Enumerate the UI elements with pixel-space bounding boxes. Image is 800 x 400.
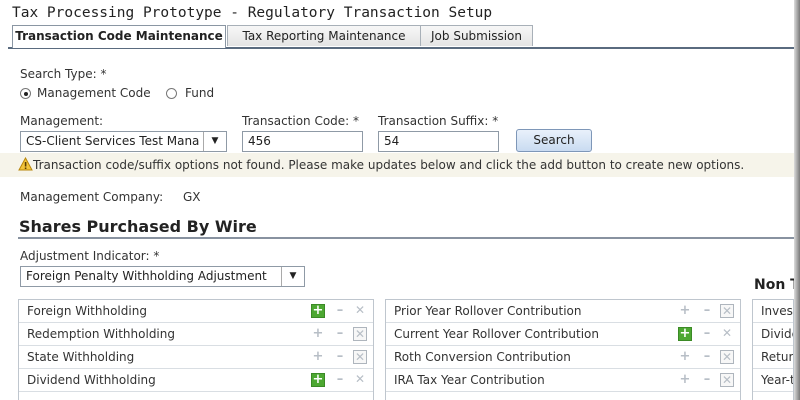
add-icon[interactable]: + bbox=[678, 327, 692, 341]
section-divider bbox=[18, 237, 794, 239]
radio-fund-label[interactable]: Fund bbox=[185, 86, 214, 100]
chevron-down-icon[interactable]: ▼ bbox=[203, 132, 226, 151]
add-icon[interactable]: + bbox=[311, 304, 325, 318]
transaction-suffix-label: Transaction Suffix: * bbox=[378, 114, 499, 128]
section-title: Shares Purchased By Wire bbox=[19, 217, 257, 236]
list-item: Current Year Rollover Contribution + – ✕ bbox=[386, 323, 740, 346]
close-icon[interactable]: ✕ bbox=[720, 350, 734, 364]
list-item: Roth Conversion Contribution + – ✕ bbox=[386, 346, 740, 369]
minus-icon[interactable]: – bbox=[333, 327, 347, 341]
non-taxable-list: Invest Divide Return Year-t bbox=[752, 299, 794, 400]
tab-transaction-code-maintenance[interactable]: Transaction Code Maintenance bbox=[12, 25, 226, 48]
window-edge-shadow bbox=[794, 0, 800, 400]
tab-job-submission[interactable]: Job Submission bbox=[420, 25, 533, 46]
add-icon[interactable]: + bbox=[678, 373, 692, 387]
management-company-value: GX bbox=[183, 190, 201, 204]
minus-icon[interactable]: – bbox=[700, 350, 714, 364]
non-taxable-section-title: Non T bbox=[754, 277, 794, 293]
list-item: Divide bbox=[753, 323, 793, 346]
list-item: Return bbox=[753, 346, 793, 369]
close-icon[interactable]: ✕ bbox=[353, 373, 367, 387]
list-item: State Withholding + – ✕ bbox=[19, 346, 373, 369]
add-icon[interactable]: + bbox=[311, 350, 325, 364]
transaction-suffix-input[interactable]: 54 bbox=[378, 131, 499, 152]
search-button[interactable]: Search bbox=[516, 129, 592, 152]
list-item: Redemption Withholding + – ✕ bbox=[19, 323, 373, 346]
warning-message: Transaction code/suffix options not foun… bbox=[33, 158, 745, 172]
radio-management-code-label[interactable]: Management Code bbox=[37, 86, 151, 100]
management-label: Management: bbox=[20, 114, 104, 128]
chevron-down-icon[interactable]: ▼ bbox=[281, 267, 304, 286]
list-item: Foreign Withholding + – ✕ bbox=[19, 300, 373, 323]
warning-icon bbox=[18, 157, 33, 171]
search-type-label: Search Type: * bbox=[20, 67, 107, 81]
management-select[interactable]: CS-Client Services Test Mana ▼ bbox=[20, 131, 227, 152]
radio-management-code[interactable] bbox=[20, 88, 31, 99]
list-item: Invest bbox=[753, 300, 793, 323]
withholding-list: Foreign Withholding + – ✕ Redemption Wit… bbox=[18, 299, 374, 400]
add-icon[interactable]: + bbox=[678, 304, 692, 318]
tab-bar: Transaction Code Maintenance Tax Reporti… bbox=[8, 25, 794, 49]
close-icon[interactable]: ✕ bbox=[353, 304, 367, 318]
close-icon[interactable]: ✕ bbox=[720, 373, 734, 387]
add-icon[interactable]: + bbox=[311, 373, 325, 387]
app-title: Tax Processing Prototype - Regulatory Tr… bbox=[12, 5, 493, 21]
minus-icon[interactable]: – bbox=[333, 373, 347, 387]
adjustment-indicator-label: Adjustment Indicator: * bbox=[20, 249, 160, 263]
list-item: Prior Year Rollover Contribution + – ✕ bbox=[386, 300, 740, 323]
minus-icon[interactable]: – bbox=[700, 373, 714, 387]
tab-tax-reporting-maintenance[interactable]: Tax Reporting Maintenance bbox=[227, 25, 421, 46]
list-item: IRA Tax Year Contribution + – ✕ bbox=[386, 369, 740, 392]
minus-icon[interactable]: – bbox=[333, 350, 347, 364]
minus-icon[interactable]: – bbox=[700, 327, 714, 341]
close-icon[interactable]: ✕ bbox=[720, 327, 734, 341]
list-item: Dividend Withholding + – ✕ bbox=[19, 369, 373, 392]
close-icon[interactable]: ✕ bbox=[353, 350, 367, 364]
adjustment-indicator-value: Foreign Penalty Withholding Adjustment bbox=[26, 269, 267, 283]
add-icon[interactable]: + bbox=[678, 350, 692, 364]
add-icon[interactable]: + bbox=[311, 327, 325, 341]
transaction-code-label: Transaction Code: * bbox=[242, 114, 360, 128]
radio-fund[interactable] bbox=[166, 88, 177, 99]
minus-icon[interactable]: – bbox=[700, 304, 714, 318]
management-select-value: CS-Client Services Test Mana bbox=[26, 134, 200, 148]
adjustment-indicator-select[interactable]: Foreign Penalty Withholding Adjustment ▼ bbox=[20, 266, 305, 287]
transaction-code-input[interactable]: 456 bbox=[242, 131, 363, 152]
close-icon[interactable]: ✕ bbox=[720, 304, 734, 318]
minus-icon[interactable]: – bbox=[333, 304, 347, 318]
management-company-label: Management Company: bbox=[20, 190, 164, 204]
close-icon[interactable]: ✕ bbox=[353, 327, 367, 341]
list-item: Year-t bbox=[753, 369, 793, 392]
contribution-list: Prior Year Rollover Contribution + – ✕ C… bbox=[385, 299, 741, 400]
